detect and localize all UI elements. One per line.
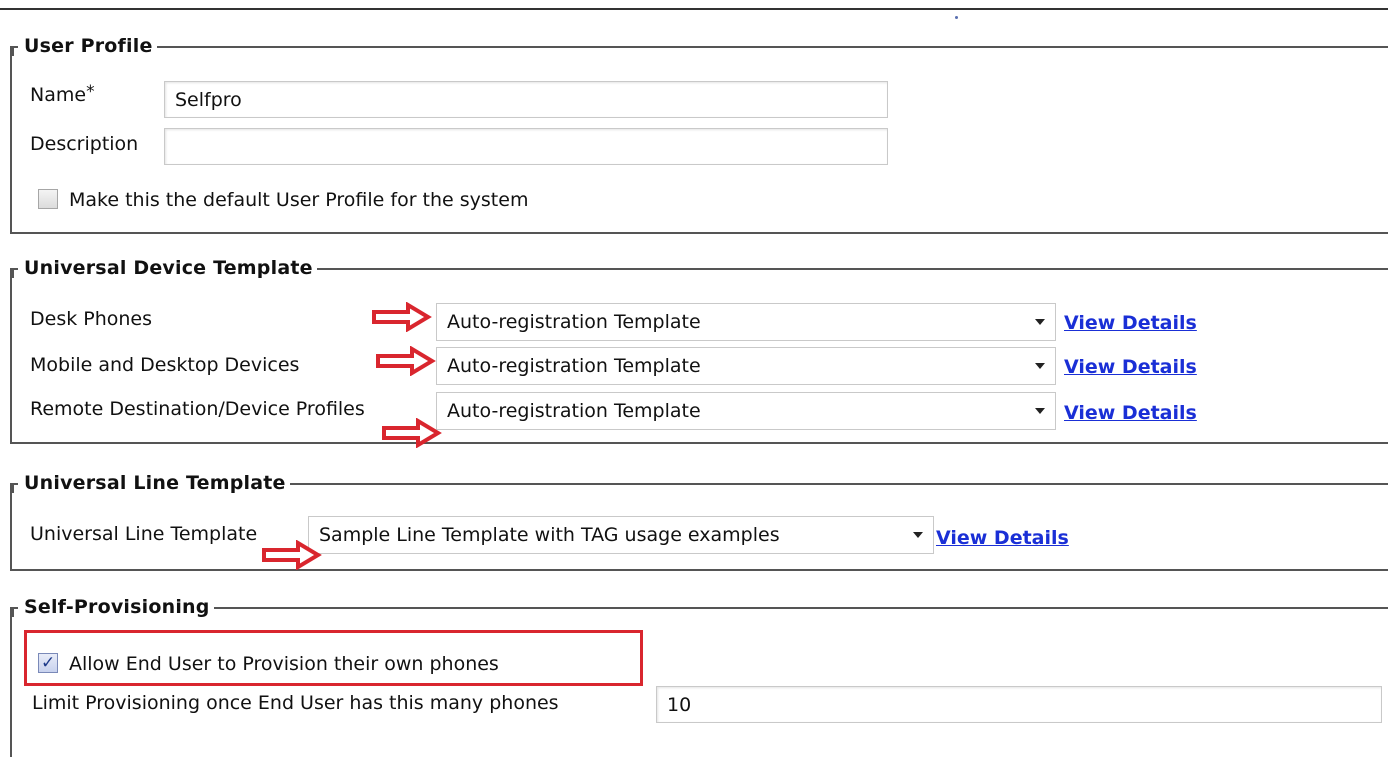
right-arrow-icon [372, 302, 432, 332]
right-arrow-icon [382, 418, 442, 448]
remote-destination-label: Remote Destination/Device Profiles [30, 398, 365, 420]
mobile-desktop-select[interactable]: Auto-registration Template [436, 347, 1056, 385]
chevron-down-icon [913, 532, 923, 538]
right-arrow-icon [376, 346, 436, 376]
universal-line-template-label: Universal Line Template [30, 523, 258, 545]
user-profile-legend: User Profile [12, 34, 157, 58]
chevron-down-icon [1035, 319, 1045, 325]
universal-line-template-legend: Universal Line Template [12, 471, 290, 495]
decorative-dot [955, 16, 958, 19]
mobile-desktop-label: Mobile and Desktop Devices [30, 354, 300, 376]
chevron-down-icon [1035, 363, 1045, 369]
right-arrow-icon [262, 540, 322, 570]
universal-line-template-section: Universal Line Template Universal Line T… [10, 471, 1388, 571]
universal-line-template-select-value: Sample Line Template with TAG usage exam… [319, 524, 780, 546]
remote-destination-view-details-link[interactable]: View Details [1064, 401, 1197, 425]
user-profile-section: User Profile Name* Description Make this… [10, 34, 1388, 234]
description-label: Description [30, 133, 139, 155]
universal-line-view-details-link[interactable]: View Details [936, 526, 1069, 550]
mobile-desktop-select-value: Auto-registration Template [447, 355, 701, 377]
universal-device-template-legend: Universal Device Template [12, 256, 317, 280]
remote-destination-select-value: Auto-registration Template [447, 400, 701, 422]
desk-phones-view-details-link[interactable]: View Details [1064, 311, 1197, 335]
chevron-down-icon [1035, 408, 1045, 414]
self-provisioning-legend: Self-Provisioning [12, 595, 214, 619]
limit-provisioning-label: Limit Provisioning once End User has thi… [32, 692, 559, 714]
name-label-text: Name [30, 84, 87, 106]
top-divider [0, 8, 1388, 10]
desk-phones-label: Desk Phones [30, 308, 153, 330]
universal-line-template-select[interactable]: Sample Line Template with TAG usage exam… [308, 516, 934, 554]
description-input[interactable] [164, 128, 888, 165]
universal-device-template-section: Universal Device Template Desk Phones Au… [10, 256, 1388, 444]
remote-destination-select[interactable]: Auto-registration Template [436, 392, 1056, 430]
default-profile-checkbox[interactable] [38, 189, 58, 209]
limit-provisioning-input[interactable] [656, 686, 1382, 723]
desk-phones-select-value: Auto-registration Template [447, 311, 701, 333]
desk-phones-select[interactable]: Auto-registration Template [436, 303, 1056, 341]
mobile-desktop-view-details-link[interactable]: View Details [1064, 355, 1197, 379]
name-label: Name* [30, 82, 95, 107]
required-marker: * [86, 82, 95, 102]
default-profile-label: Make this the default User Profile for t… [69, 189, 529, 211]
name-input[interactable] [164, 81, 888, 118]
annotation-highlight-box [24, 630, 643, 686]
